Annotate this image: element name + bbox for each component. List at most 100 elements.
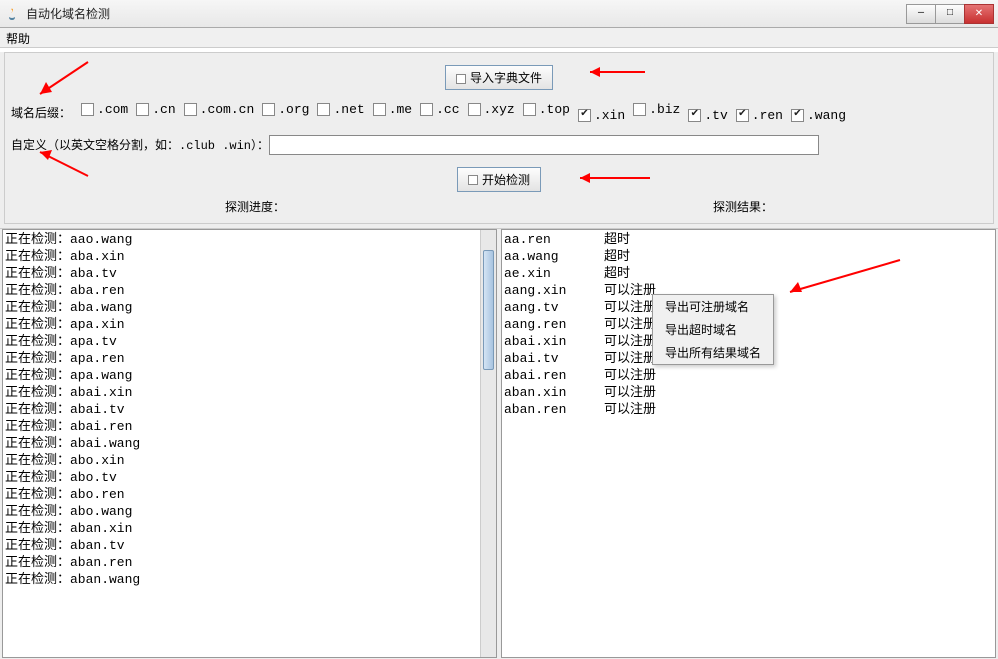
suffix-checkbox-xin[interactable]: .xin <box>578 108 625 123</box>
checkbox-icon[interactable] <box>81 103 94 116</box>
suffix-label-text: .com <box>97 102 128 117</box>
progress-panel: 正在检测：aao.wang正在检测：aba.xin正在检测：aba.tv正在检测… <box>2 229 497 658</box>
checkbox-icon[interactable] <box>468 103 481 116</box>
suffix-checkbox-com[interactable]: .com <box>81 102 128 117</box>
progress-header: 探测进度： <box>11 196 499 217</box>
suffix-checkbox-xyz[interactable]: .xyz <box>468 102 515 117</box>
play-icon <box>468 175 478 185</box>
result-domain: aban.xin <box>504 384 604 401</box>
checkbox-icon[interactable] <box>373 103 386 116</box>
suffix-checkbox-top[interactable]: .top <box>523 102 570 117</box>
suffix-label-text: .net <box>333 102 364 117</box>
checkbox-icon[interactable] <box>184 103 197 116</box>
checkbox-icon[interactable] <box>420 103 433 116</box>
progress-item: 正在检测：aao.wang <box>5 231 494 248</box>
suffix-label-text: .org <box>278 102 309 117</box>
maximize-button[interactable]: □ <box>935 4 965 24</box>
suffix-label-text: .xin <box>594 108 625 123</box>
suffix-checkbox-wang[interactable]: .wang <box>791 108 846 123</box>
suffix-checkbox-me[interactable]: .me <box>373 102 412 117</box>
checkbox-icon[interactable] <box>736 109 749 122</box>
progress-item: 正在检测：abai.xin <box>5 384 494 401</box>
suffix-label-text: .com.cn <box>200 102 255 117</box>
result-domain: aang.ren <box>504 316 604 333</box>
result-domain: aa.ren <box>504 231 604 248</box>
minimize-button[interactable]: — <box>906 4 936 24</box>
menubar: 帮助 <box>0 28 998 48</box>
suffix-label-text: .me <box>389 102 412 117</box>
result-status: 可以注册 <box>604 401 656 418</box>
close-button[interactable]: ✕ <box>964 4 994 24</box>
progress-item: 正在检测：apa.tv <box>5 333 494 350</box>
suffix-checkbox-cc[interactable]: .cc <box>420 102 459 117</box>
import-row: 导入字典文件 <box>11 65 987 90</box>
context-menu-item[interactable]: 导出超时域名 <box>653 318 773 341</box>
checkbox-icon[interactable] <box>317 103 330 116</box>
suffix-label-text: .biz <box>649 102 680 117</box>
custom-row: 自定义（以英文空格分割，如：.club .win）： <box>11 135 987 155</box>
result-item[interactable]: ae.xin超时 <box>504 265 993 282</box>
progress-item: 正在检测：aba.wang <box>5 299 494 316</box>
checkbox-icon[interactable] <box>791 109 804 122</box>
result-domain: aang.tv <box>504 299 604 316</box>
file-icon <box>456 74 466 84</box>
result-domain: abai.tv <box>504 350 604 367</box>
context-menu-item[interactable]: 导出所有结果域名 <box>653 341 773 364</box>
result-status: 超时 <box>604 248 630 265</box>
checkbox-icon[interactable] <box>136 103 149 116</box>
checkbox-icon[interactable] <box>523 103 536 116</box>
custom-label: 自定义（以英文空格分割，如：.club .win）： <box>11 136 269 153</box>
results-context-menu: 导出可注册域名导出超时域名导出所有结果域名 <box>652 294 774 365</box>
progress-list: 正在检测：aao.wang正在检测：aba.xin正在检测：aba.tv正在检测… <box>3 230 496 589</box>
progress-item: 正在检测：apa.xin <box>5 316 494 333</box>
progress-item: 正在检测：aban.tv <box>5 537 494 554</box>
checkbox-icon[interactable] <box>578 109 591 122</box>
result-item[interactable]: aban.xin可以注册 <box>504 384 993 401</box>
suffix-label: 域名后缀： <box>11 104 71 121</box>
result-status: 可以注册 <box>604 384 656 401</box>
checkbox-icon[interactable] <box>633 103 646 116</box>
import-dictionary-button[interactable]: 导入字典文件 <box>445 65 553 90</box>
suffix-checkbox-tv[interactable]: .tv <box>688 108 727 123</box>
suffix-checkbox-net[interactable]: .net <box>317 102 364 117</box>
start-row: 开始检测 <box>11 167 987 192</box>
progress-scroll-thumb[interactable] <box>483 250 494 370</box>
checkbox-icon[interactable] <box>688 109 701 122</box>
custom-suffix-input[interactable] <box>269 135 819 155</box>
progress-item: 正在检测：abai.wang <box>5 435 494 452</box>
suffix-checkbox-org[interactable]: .org <box>262 102 309 117</box>
progress-item: 正在检测：abo.tv <box>5 469 494 486</box>
result-status: 可以注册 <box>604 350 656 367</box>
result-domain: abai.xin <box>504 333 604 350</box>
content-area: 导入字典文件 域名后缀： .com.cn.com.cn.org.net.me.c… <box>0 52 998 659</box>
progress-item: 正在检测：aban.ren <box>5 554 494 571</box>
result-status: 可以注册 <box>604 367 656 384</box>
progress-item: 正在检测：abai.tv <box>5 401 494 418</box>
suffix-checkbox-comcn[interactable]: .com.cn <box>184 102 255 117</box>
result-item[interactable]: aban.ren可以注册 <box>504 401 993 418</box>
suffix-label-text: .xyz <box>484 102 515 117</box>
progress-scrollbar[interactable] <box>480 230 496 657</box>
progress-item: 正在检测：apa.wang <box>5 367 494 384</box>
suffix-label-text: .cn <box>152 102 175 117</box>
context-menu-item[interactable]: 导出可注册域名 <box>653 295 773 318</box>
panels: 正在检测：aao.wang正在检测：aba.xin正在检测：aba.tv正在检测… <box>0 228 998 659</box>
progress-item: 正在检测：aban.xin <box>5 520 494 537</box>
result-status: 超时 <box>604 265 630 282</box>
result-item[interactable]: aa.wang超时 <box>504 248 993 265</box>
suffix-checkbox-cn[interactable]: .cn <box>136 102 175 117</box>
progress-item: 正在检测：aban.wang <box>5 571 494 588</box>
suffix-checkbox-biz[interactable]: .biz <box>633 102 680 117</box>
suffix-label-text: .tv <box>704 108 727 123</box>
progress-item: 正在检测：aba.xin <box>5 248 494 265</box>
progress-item: 正在检测：abo.ren <box>5 486 494 503</box>
suffix-label-text: .cc <box>436 102 459 117</box>
suffix-checkbox-ren[interactable]: .ren <box>736 108 783 123</box>
menu-help[interactable]: 帮助 <box>6 33 30 47</box>
checkbox-icon[interactable] <box>262 103 275 116</box>
result-domain: ae.xin <box>504 265 604 282</box>
result-item[interactable]: aa.ren超时 <box>504 231 993 248</box>
window-title: 自动化域名检测 <box>26 5 907 22</box>
result-item[interactable]: abai.ren可以注册 <box>504 367 993 384</box>
start-detection-button[interactable]: 开始检测 <box>457 167 541 192</box>
